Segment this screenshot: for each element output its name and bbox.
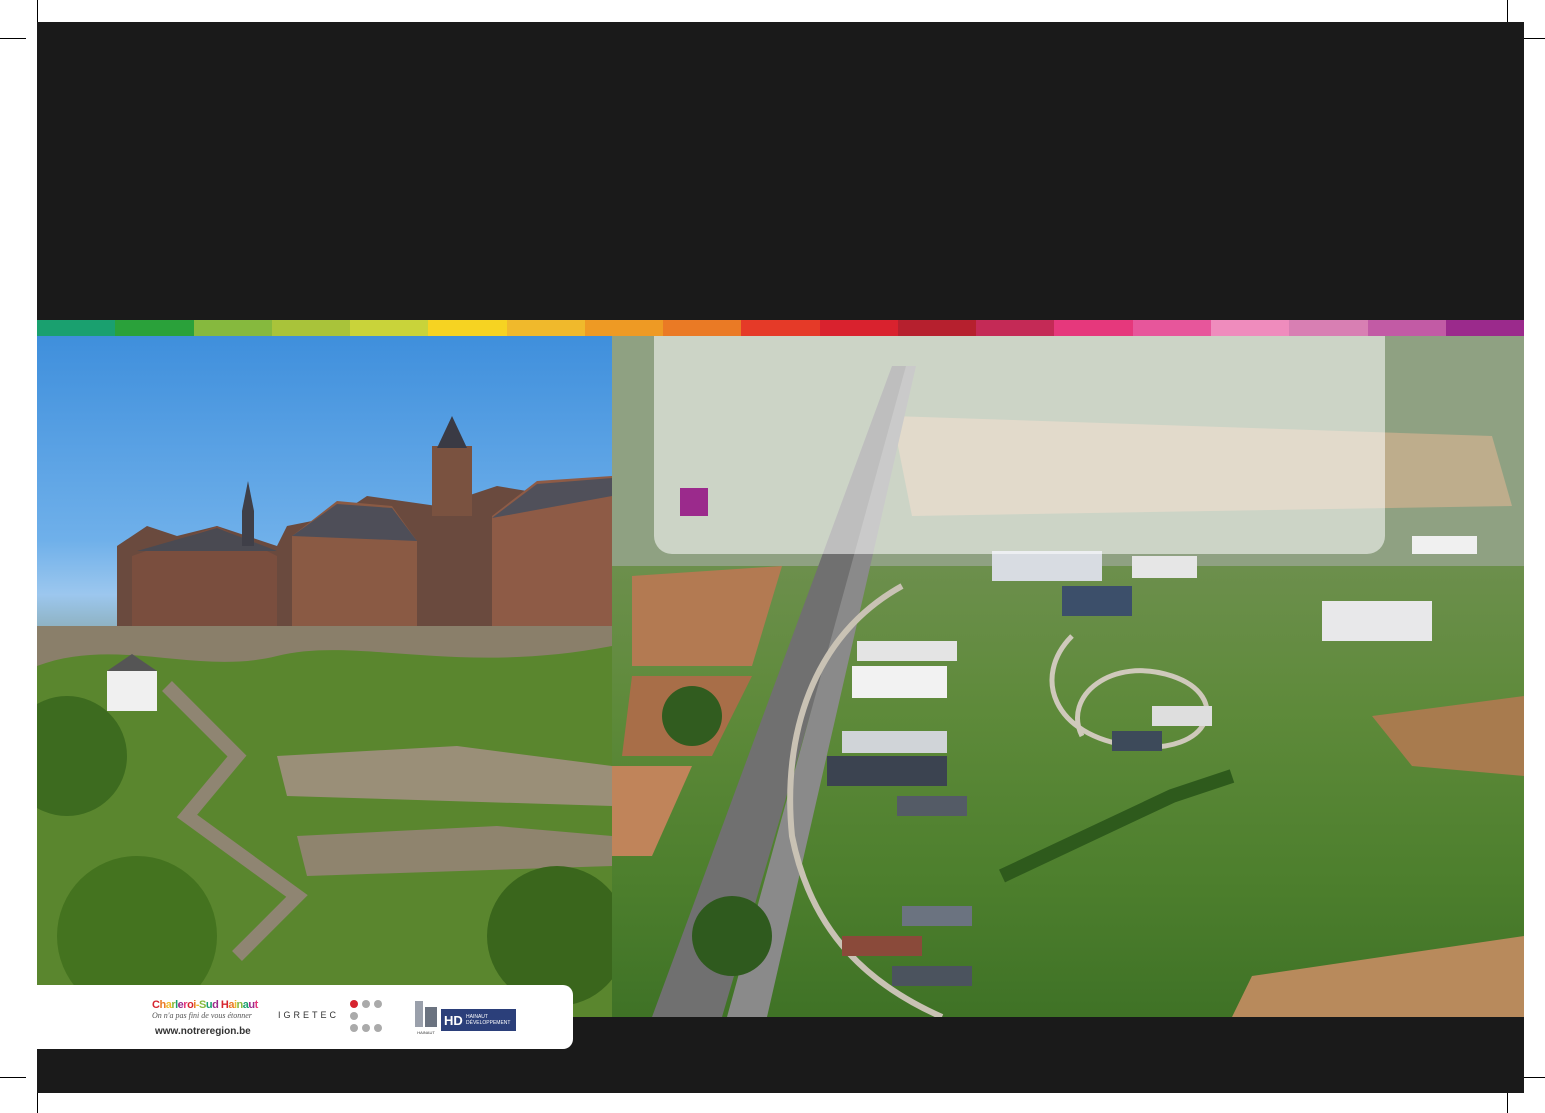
stripe-segment bbox=[1367, 320, 1446, 336]
dot bbox=[350, 1024, 358, 1032]
stripe-segment bbox=[1289, 320, 1368, 336]
hainaut-developpement-logo: HD HAINAUT DÉVELOPPEMENT bbox=[441, 1009, 516, 1031]
crop-mark bbox=[1507, 1093, 1508, 1113]
stripe-segment bbox=[741, 320, 820, 336]
brand-name: Charleroi-Sud Hainaut bbox=[152, 999, 258, 1011]
stripe-segment bbox=[428, 320, 507, 336]
igretec-dots-icon bbox=[350, 1000, 384, 1034]
stripe-segment bbox=[1054, 320, 1133, 336]
brand-tagline: On n'a pas fini de vous étonner bbox=[152, 1011, 252, 1020]
stripe-segment bbox=[115, 320, 194, 336]
hainaut-province-icon: HAINAUT bbox=[413, 999, 439, 1035]
stripe-segment bbox=[1132, 320, 1211, 336]
stripe-segment bbox=[584, 320, 664, 336]
top-black-panel bbox=[37, 22, 1524, 320]
stripe-segment bbox=[193, 320, 272, 336]
dot bbox=[374, 1024, 382, 1032]
brand-name-text: Charleroi-Sud Hainaut bbox=[152, 999, 258, 1011]
crop-mark bbox=[1507, 0, 1508, 22]
hd-line2: DÉVELOPPEMENT bbox=[466, 1020, 511, 1026]
dot bbox=[350, 1000, 358, 1008]
hainaut-building-icon bbox=[415, 1001, 437, 1027]
hd-letters: HD bbox=[444, 1012, 463, 1028]
dot bbox=[362, 1000, 370, 1008]
stripe-segment bbox=[1210, 320, 1290, 336]
brand-letter: S bbox=[199, 999, 206, 1011]
stripe-segment bbox=[271, 320, 351, 336]
crop-mark bbox=[0, 1077, 26, 1078]
brand-url[interactable]: www.notreregion.be bbox=[155, 1026, 251, 1037]
translucent-title-box bbox=[654, 336, 1385, 554]
dot bbox=[362, 1024, 370, 1032]
stripe-segment bbox=[37, 320, 116, 336]
dot bbox=[374, 1000, 382, 1008]
hainaut-label: HAINAUT bbox=[417, 1030, 435, 1035]
brand-letter: t bbox=[254, 999, 259, 1011]
stripe-segment bbox=[663, 320, 742, 336]
stripe-segment bbox=[350, 320, 429, 336]
stripe-segment bbox=[819, 320, 898, 336]
igretec-logo: IGRETEC bbox=[278, 1010, 340, 1020]
crop-mark bbox=[37, 1093, 38, 1113]
stripe-segment bbox=[1445, 320, 1525, 336]
stripe-segment bbox=[976, 320, 1055, 336]
dot bbox=[350, 1012, 358, 1020]
stripe-segment bbox=[897, 320, 977, 336]
stripe-segment bbox=[506, 320, 585, 336]
crop-mark bbox=[0, 38, 26, 39]
castle-illustration bbox=[37, 416, 612, 1017]
rainbow-stripe bbox=[37, 320, 1525, 336]
partner-logo-card: Charleroi-Sud Hainaut On n'a pas fini de… bbox=[37, 985, 573, 1049]
accent-square bbox=[680, 488, 708, 516]
castle-photo bbox=[37, 336, 612, 1017]
crop-mark bbox=[37, 0, 38, 22]
hd-words: HAINAUT DÉVELOPPEMENT bbox=[466, 1014, 510, 1026]
